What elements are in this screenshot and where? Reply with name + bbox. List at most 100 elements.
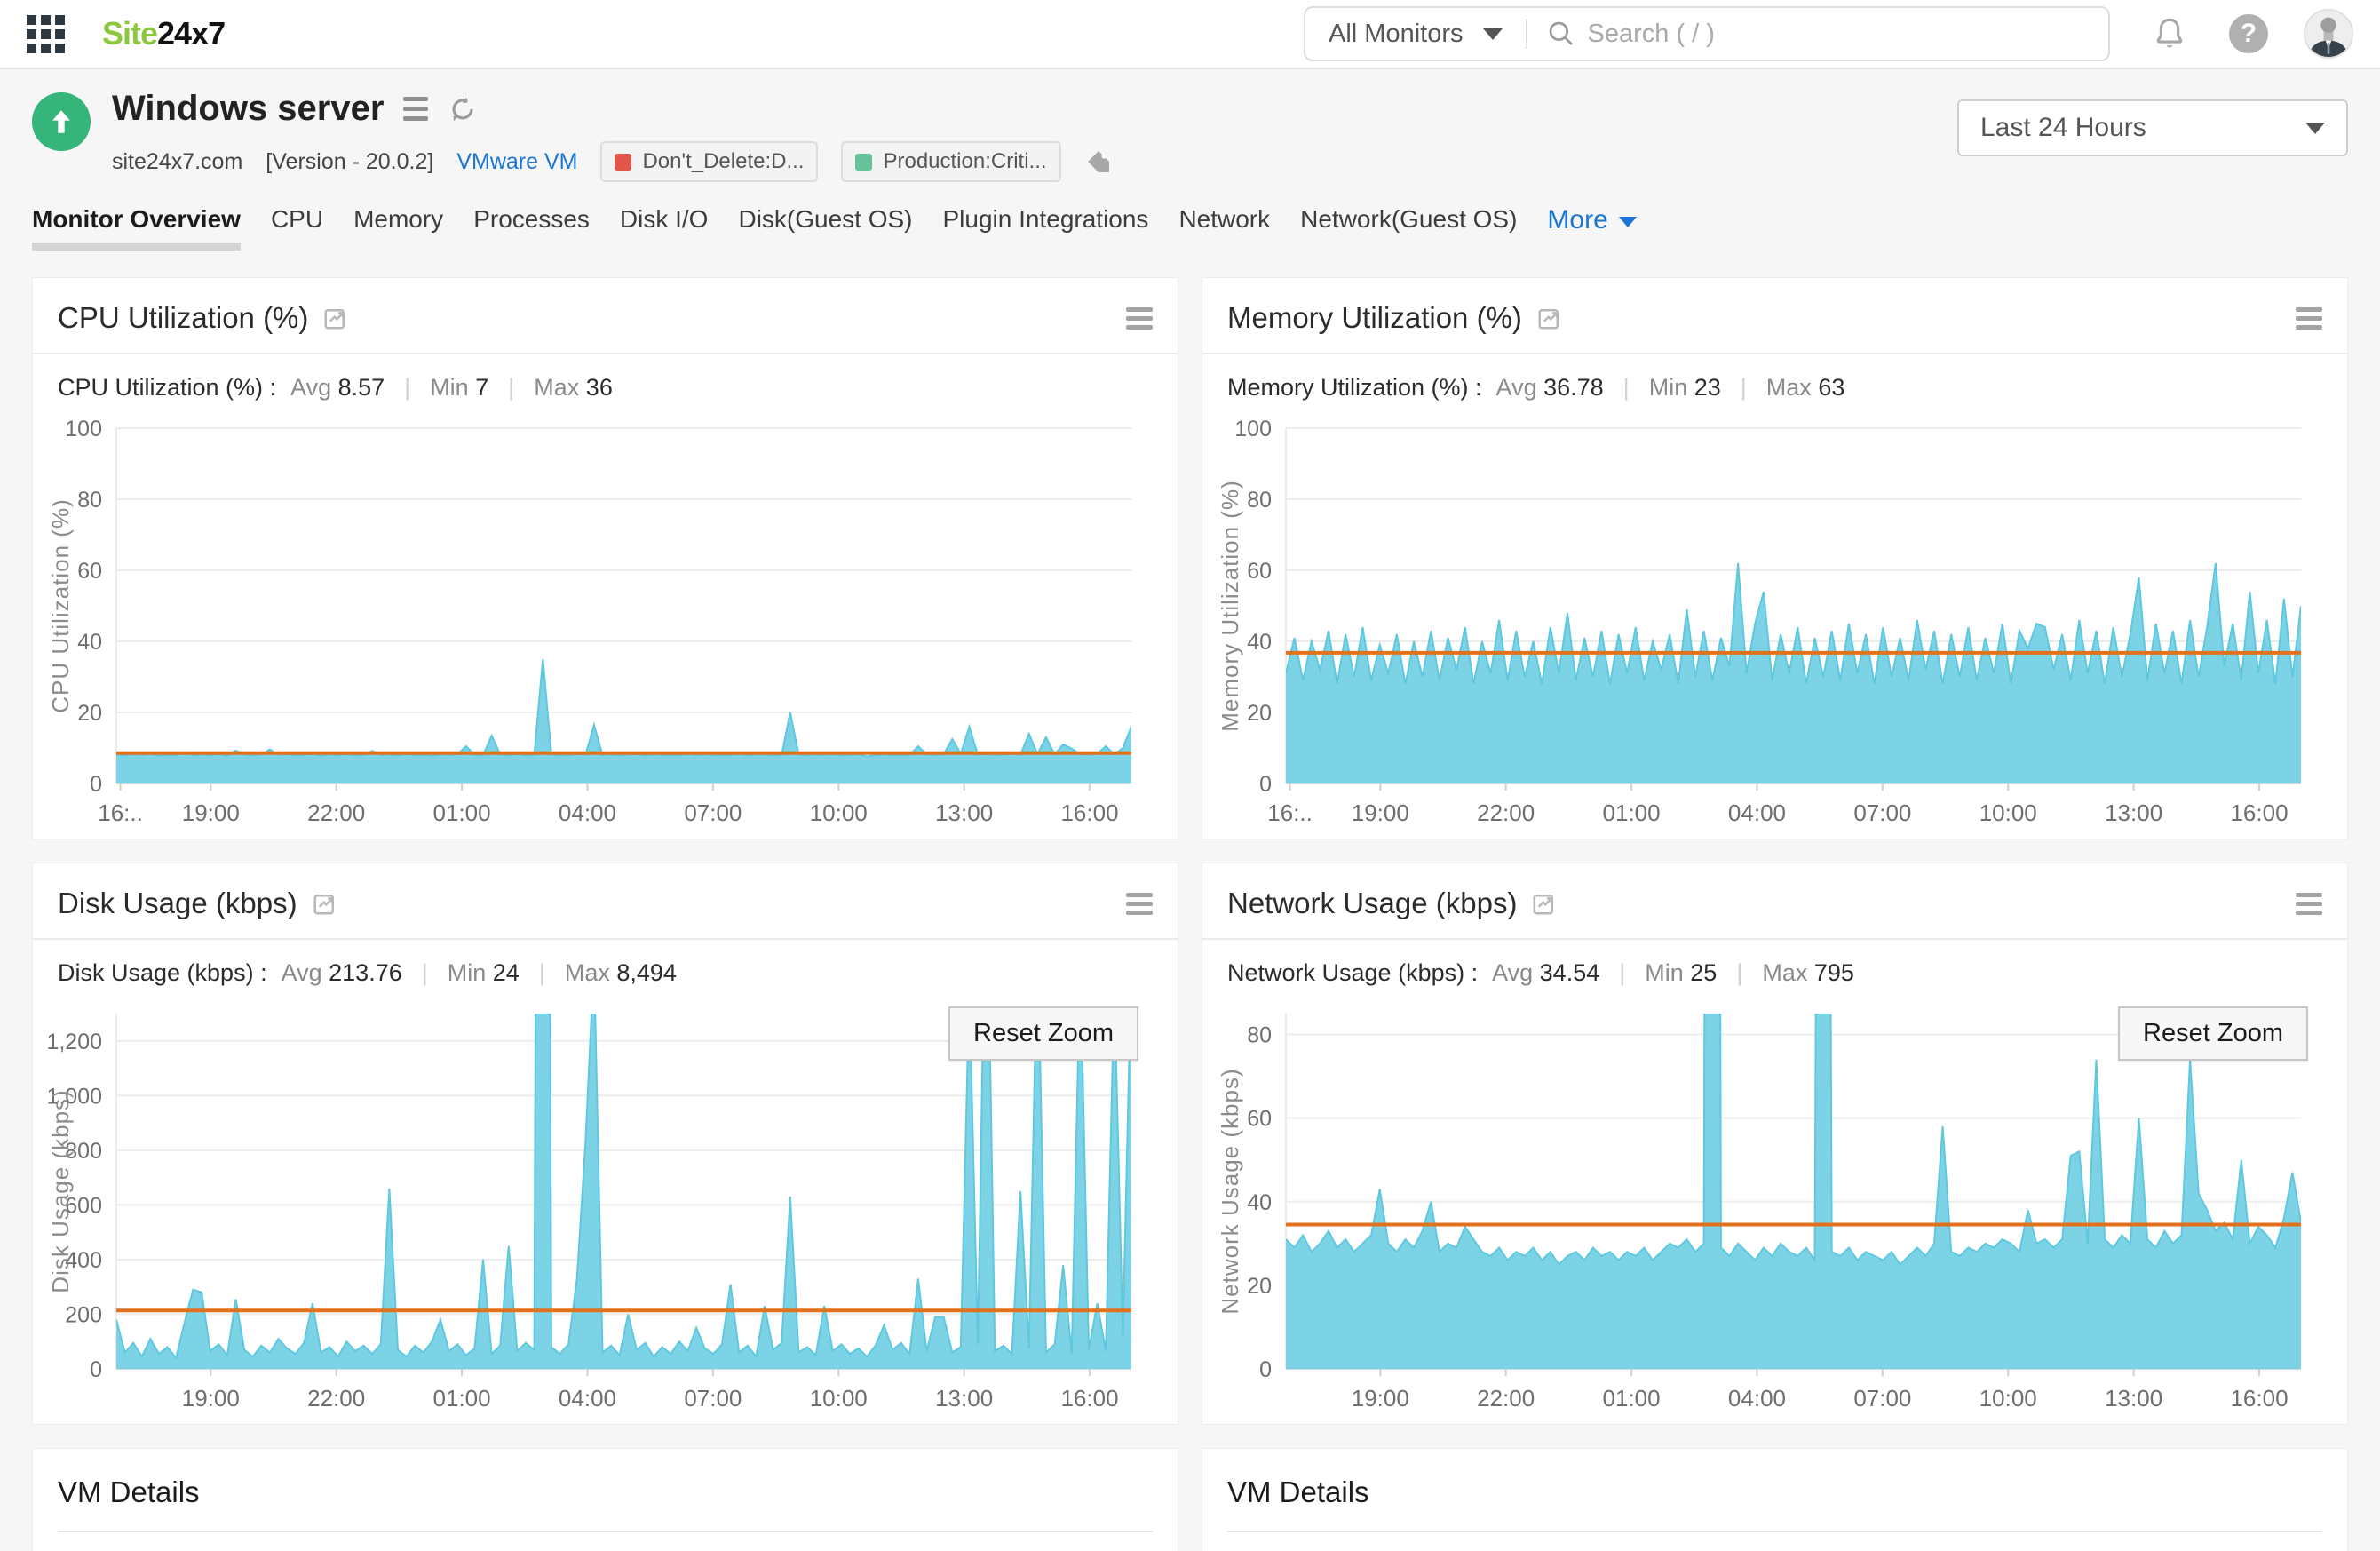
search-input[interactable] [1587,19,2089,49]
svg-text:40: 40 [77,630,102,655]
panel-menu-icon[interactable] [2296,888,2322,919]
tab-memory[interactable]: Memory [353,205,443,239]
tag-pill[interactable]: Don't_Delete:D... [600,141,819,182]
avg-key: Avg [1492,959,1534,986]
cpu-utilization-panel: CPU Utilization (%) CPU Utilization (%) … [32,277,1178,839]
svg-text:01:00: 01:00 [1603,1385,1661,1412]
avg-key: Avg [290,374,332,401]
notifications-bell-icon[interactable] [2151,15,2188,52]
monitor-filter-dropdown[interactable]: All Monitors [1305,8,1526,60]
panel-menu-icon[interactable] [2296,303,2322,334]
min-key: Min [1648,374,1688,401]
page-content: Windows server site24x7.com [Version - 2… [0,89,2380,1551]
time-range-dropdown[interactable]: Last 24 Hours [1957,99,2348,156]
tab-plugin-integrations[interactable]: Plugin Integrations [943,205,1149,239]
panel-menu-icon[interactable] [1126,888,1153,919]
chart-panel-grid: CPU Utilization (%) CPU Utilization (%) … [32,277,2348,1425]
memory-utilization-panel: Memory Utilization (%) Memory Utilizatio… [1202,277,2348,839]
tab-more-label: More [1547,205,1608,235]
panel-menu-icon[interactable] [1126,303,1153,334]
svg-text:13:00: 13:00 [935,799,993,826]
vm-details-grid: VM Details Host Name s24x7-w10.site24x7.… [32,1448,2348,1551]
memory-chart[interactable]: 0 20 40 60 80 100 16:.. 19:00 22:00 01:00 04:00 07:… [1202,409,2347,839]
svg-text:19:00: 19:00 [1352,1385,1409,1412]
tab-processes[interactable]: Processes [473,205,590,239]
top-header: Site24x7 All Monitors ? [0,0,2380,69]
refresh-icon[interactable] [448,94,478,124]
disk-chart[interactable]: 0 200 400 600 800 1,000 1,200 19:00 22:00 01:00 04… [33,994,1178,1424]
monitor-type-link[interactable]: VMware VM [456,149,577,175]
min-key: Min [1645,959,1684,986]
svg-text:0: 0 [1259,1357,1272,1382]
svg-text:01:00: 01:00 [433,799,491,826]
vm-detail-row: ESX/ESXi Host Name 172.21.112.41 [1202,1532,2347,1551]
status-up-badge [32,92,91,151]
svg-text:04:00: 04:00 [1728,1385,1786,1412]
tab-more[interactable]: More [1547,205,1637,241]
max-key: Max [534,374,580,401]
tab-network[interactable]: Network [1178,205,1270,239]
svg-text:13:00: 13:00 [2105,1385,2162,1412]
min-value: 24 [492,959,520,986]
logo-text-green: Site [102,15,158,52]
svg-text:22:00: 22:00 [307,799,365,826]
svg-text:80: 80 [1247,488,1272,513]
svg-text:40: 40 [1247,1190,1272,1215]
max-value: 8,494 [616,959,677,986]
svg-text:22:00: 22:00 [307,1385,365,1412]
tag-pill[interactable]: Production:Criti... [841,141,1061,182]
expand-chart-icon[interactable] [312,890,338,917]
max-key: Max [564,959,610,986]
svg-text:80: 80 [1247,1023,1272,1048]
svg-text:04:00: 04:00 [559,799,616,826]
svg-text:16:..: 16:.. [98,799,143,826]
svg-text:16:00: 16:00 [2230,1385,2288,1412]
reset-zoom-button[interactable]: Reset Zoom [2118,1006,2308,1061]
svg-text:100: 100 [65,417,102,441]
stats-row: Network Usage (kbps) : Avg 34.54 | Min 2… [1227,959,1854,986]
svg-text:16:00: 16:00 [2230,799,2288,826]
svg-text:20: 20 [1247,1274,1272,1299]
search-icon [1549,21,1573,45]
monitor-tabs: Monitor Overview CPU Memory Processes Di… [32,205,2348,256]
monitor-version: [Version - 20.0.2] [266,148,434,174]
svg-text:13:00: 13:00 [2105,799,2162,826]
user-avatar[interactable] [2304,9,2353,59]
svg-text:CPU Utilization (%): CPU Utilization (%) [47,498,74,713]
svg-text:0: 0 [90,1357,102,1382]
help-icon[interactable]: ? [2229,14,2268,53]
vm-details-title: VM Details [1227,1475,1369,1508]
expand-chart-icon[interactable] [322,305,349,331]
stats-label: Disk Usage (kbps) : [58,959,267,986]
avg-value: 34.54 [1539,959,1600,986]
vm-details-card-right: VM Details ESX/ESXi Host Name 172.21.112… [1202,1448,2348,1551]
svg-text:19:00: 19:00 [1352,799,1409,826]
tab-cpu[interactable]: CPU [271,205,323,239]
tag-icon[interactable] [1084,147,1113,176]
tab-disk-io[interactable]: Disk I/O [620,205,709,239]
panel-title: Network Usage (kbps) [1227,887,1518,919]
svg-text:0: 0 [1259,772,1272,797]
stats-label: Memory Utilization (%) : [1227,374,1482,401]
svg-text:20: 20 [1247,701,1272,726]
svg-text:19:00: 19:00 [182,1385,240,1412]
network-usage-panel: Network Usage (kbps) Network Usage (kbps… [1202,863,2348,1425]
expand-chart-icon[interactable] [1531,890,1558,917]
tab-monitor-overview[interactable]: Monitor Overview [32,205,241,256]
reset-zoom-button[interactable]: Reset Zoom [948,1006,1138,1061]
svg-text:Disk Usage (kbps): Disk Usage (kbps) [47,1089,74,1292]
network-chart[interactable]: 0 20 40 60 80 19:00 22:00 01:00 04:00 07:00 10:00 1… [1202,994,2347,1424]
vm-detail-row: Host Name s24x7-w10.site24x7.com [33,1532,1178,1551]
svg-text:16:00: 16:00 [1060,799,1118,826]
monitor-menu-icon[interactable] [403,97,429,121]
app-launcher-icon[interactable] [27,14,65,53]
expand-chart-icon[interactable] [1536,305,1563,331]
tab-disk-guest-os[interactable]: Disk(Guest OS) [738,205,912,239]
cpu-chart[interactable]: 0 20 40 60 80 100 16:.. 19:00 22:00 01:00 04:00 07:… [33,409,1178,839]
svg-text:100: 100 [1234,417,1272,441]
site24x7-logo[interactable]: Site24x7 [102,15,226,52]
stats-row: Disk Usage (kbps) : Avg 213.76 | Min 24 … [58,959,677,986]
max-value: 795 [1813,959,1854,986]
tab-network-guest-os[interactable]: Network(Guest OS) [1300,205,1517,239]
avg-key: Avg [281,959,322,986]
